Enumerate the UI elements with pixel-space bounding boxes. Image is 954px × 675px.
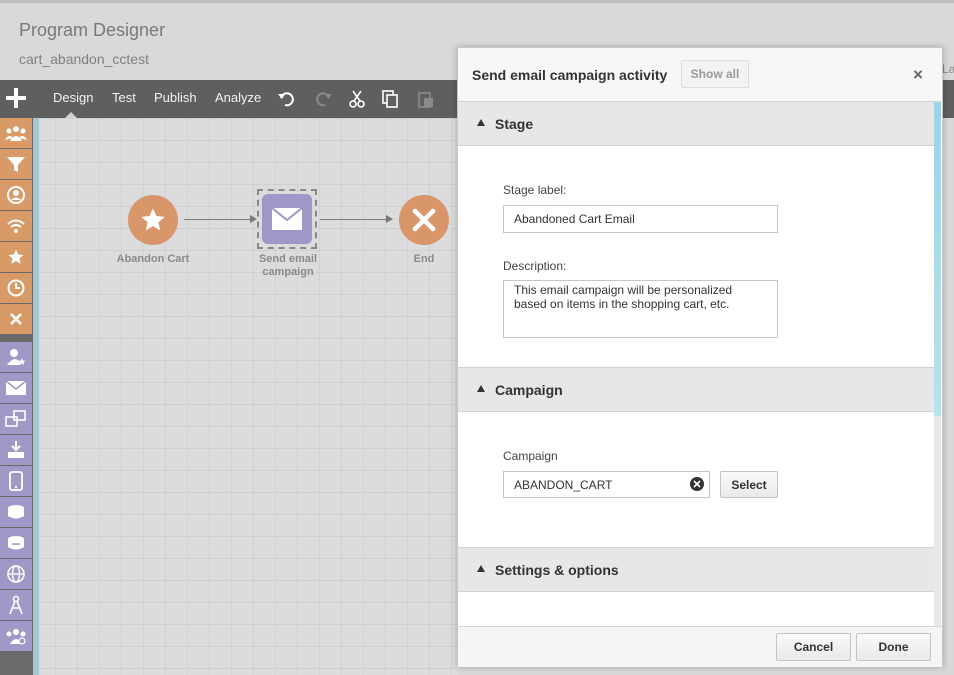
- clear-icon[interactable]: [690, 477, 704, 491]
- connector-2-arrow: [386, 215, 393, 223]
- timer-icon[interactable]: [0, 273, 32, 303]
- activity-dialog: Send email campaign activity Show all × …: [457, 47, 943, 667]
- section-campaign-title: Campaign: [495, 382, 563, 398]
- section-settings-header[interactable]: Settings & options: [458, 547, 934, 592]
- segment-icon[interactable]: [0, 118, 32, 148]
- select-button[interactable]: Select: [720, 471, 778, 498]
- program-name: cart_abandon_cctest: [19, 51, 149, 67]
- scrollbar-thumb[interactable]: [934, 102, 941, 416]
- connector-2: [320, 219, 386, 220]
- stage-label-label: Stage label:: [503, 183, 567, 197]
- tab-analyze[interactable]: Analyze: [215, 90, 261, 105]
- page-title: Program Designer: [19, 20, 166, 40]
- connector-1-arrow: [250, 215, 257, 223]
- section-stage-header[interactable]: Stage: [458, 101, 934, 146]
- dialog-footer: Cancel Done: [458, 626, 942, 667]
- star-icon: [141, 208, 165, 231]
- end-node[interactable]: [399, 195, 449, 245]
- collapse-triangle-icon: [477, 565, 485, 572]
- dialog-scrollbar[interactable]: [934, 102, 941, 627]
- download-icon[interactable]: [0, 435, 32, 465]
- tab-test[interactable]: Test: [112, 90, 136, 105]
- group-settings-icon[interactable]: [0, 621, 32, 651]
- done-button[interactable]: Done: [856, 633, 931, 661]
- abandon-cart-node[interactable]: [128, 195, 178, 245]
- data-icon[interactable]: [0, 497, 32, 527]
- campaign-input[interactable]: ABANDON_CART: [503, 471, 710, 498]
- close-icon[interactable]: ×: [913, 65, 923, 85]
- wait-contact-icon[interactable]: [0, 180, 32, 210]
- copy-icon[interactable]: [380, 90, 400, 108]
- star-icon[interactable]: [0, 242, 32, 272]
- stage-label-input[interactable]: Abandoned Cart Email: [503, 205, 778, 233]
- section-campaign-header[interactable]: Campaign: [458, 367, 934, 412]
- design-canvas[interactable]: [33, 118, 457, 675]
- collapse-triangle-icon: [477, 119, 485, 126]
- envelope-icon: [272, 208, 302, 230]
- undo-icon[interactable]: [277, 90, 297, 108]
- connector-1: [184, 219, 250, 220]
- end-icon[interactable]: [0, 304, 32, 334]
- activity-palette: [0, 118, 33, 675]
- redo-icon[interactable]: [313, 90, 333, 108]
- split-icon[interactable]: [0, 404, 32, 434]
- mobile-icon[interactable]: [0, 466, 32, 496]
- section-stage-title: Stage: [495, 116, 534, 132]
- contact-star-icon[interactable]: [0, 342, 32, 372]
- tab-design[interactable]: Design: [53, 90, 93, 105]
- campaign-label: Campaign: [503, 449, 558, 463]
- paste-icon[interactable]: [416, 90, 436, 108]
- tab-publish[interactable]: Publish: [154, 90, 197, 105]
- send-email-node[interactable]: [262, 194, 312, 244]
- description-label: Description:: [503, 259, 567, 273]
- compass-icon[interactable]: [0, 590, 32, 620]
- canvas-edge: [33, 118, 39, 675]
- show-all-button[interactable]: Show all: [681, 60, 749, 88]
- dialog-title: Send email campaign activity: [472, 67, 668, 83]
- abandon-cart-label: Abandon Cart: [116, 253, 190, 265]
- dialog-header: Send email campaign activity Show all ×: [458, 48, 942, 102]
- email-icon[interactable]: [0, 373, 32, 403]
- close-icon: [412, 208, 436, 232]
- filter-icon[interactable]: [0, 149, 32, 179]
- add-icon[interactable]: [6, 88, 26, 108]
- wifi-icon[interactable]: [0, 211, 32, 241]
- description-textarea[interactable]: This email campaign will be personalized…: [503, 280, 778, 338]
- send-email-label: Send email campaign: [258, 253, 318, 278]
- section-settings-title: Settings & options: [495, 562, 619, 578]
- database-sync-icon[interactable]: [0, 528, 32, 558]
- side-text: La: [942, 62, 954, 76]
- globe-icon[interactable]: [0, 559, 32, 589]
- cancel-button[interactable]: Cancel: [776, 633, 851, 661]
- collapse-triangle-icon: [477, 385, 485, 392]
- cut-icon[interactable]: [347, 90, 367, 108]
